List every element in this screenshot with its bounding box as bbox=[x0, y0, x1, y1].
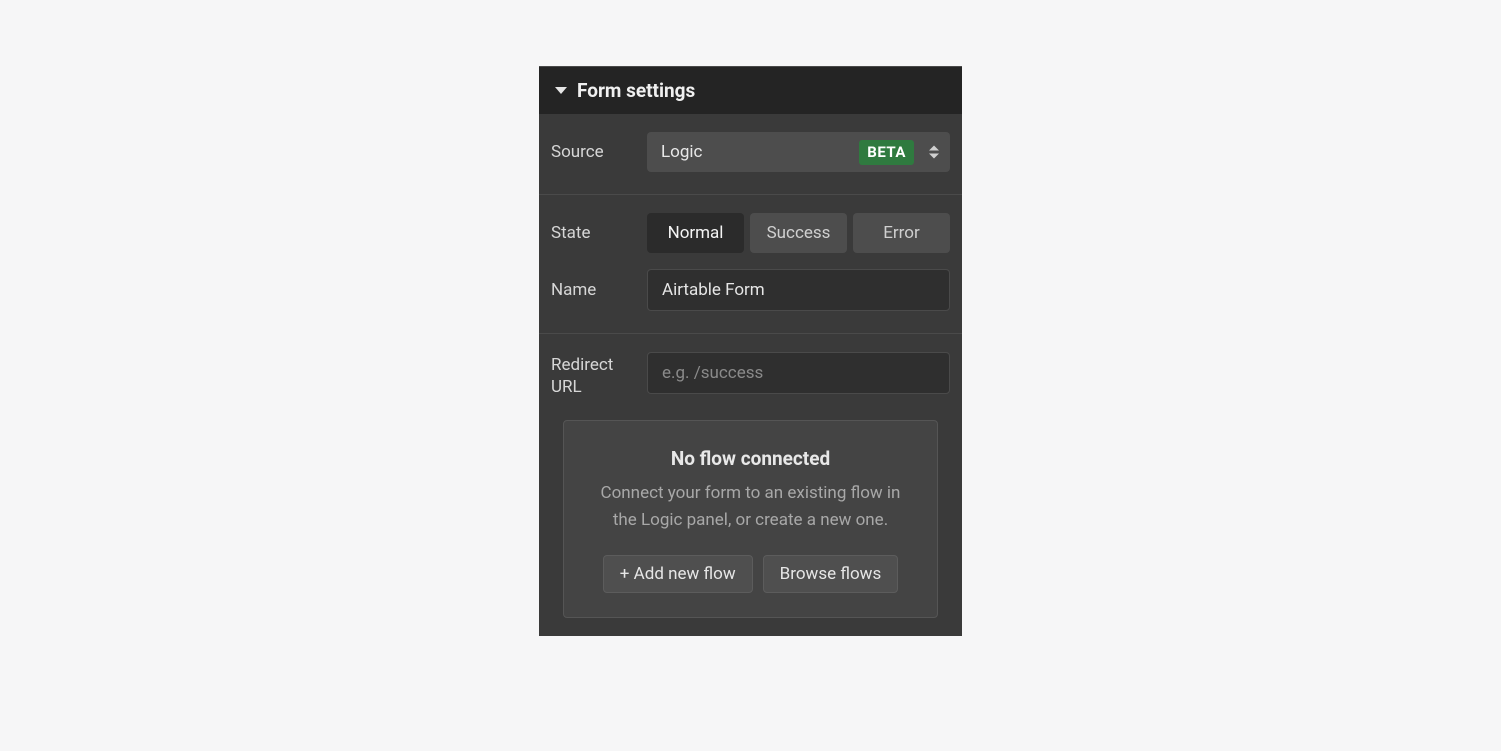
source-selected-value: Logic bbox=[661, 142, 702, 162]
redirect-url-input[interactable] bbox=[647, 352, 950, 394]
state-label: State bbox=[551, 223, 637, 243]
state-option-error[interactable]: Error bbox=[853, 213, 950, 253]
form-settings-panel: Form settings Source Logic BETA State No… bbox=[539, 66, 962, 636]
section-state-name: State Normal Success Error Name bbox=[539, 195, 962, 334]
select-caret-icon bbox=[928, 146, 940, 159]
flow-empty-state: No flow connected Connect your form to a… bbox=[563, 420, 938, 618]
redirect-label: Redirect URL bbox=[551, 352, 637, 398]
flow-heading: No flow connected bbox=[588, 447, 913, 470]
panel-title: Form settings bbox=[577, 79, 695, 102]
add-new-flow-button[interactable]: + Add new flow bbox=[603, 555, 753, 593]
flow-description: Connect your form to an existing flow in… bbox=[588, 480, 913, 533]
section-redirect: Redirect URL No flow connected Connect y… bbox=[539, 334, 962, 636]
browse-flows-button[interactable]: Browse flows bbox=[763, 555, 899, 593]
source-label: Source bbox=[551, 142, 637, 162]
section-source: Source Logic BETA bbox=[539, 114, 962, 195]
caret-down-icon bbox=[555, 87, 567, 94]
beta-badge: BETA bbox=[859, 140, 914, 165]
source-select[interactable]: Logic BETA bbox=[647, 132, 950, 172]
state-segmented-control: Normal Success Error bbox=[647, 213, 950, 253]
name-label: Name bbox=[551, 280, 637, 300]
name-input[interactable] bbox=[647, 269, 950, 311]
state-option-normal[interactable]: Normal bbox=[647, 213, 744, 253]
panel-header[interactable]: Form settings bbox=[539, 67, 962, 114]
state-option-success[interactable]: Success bbox=[750, 213, 847, 253]
